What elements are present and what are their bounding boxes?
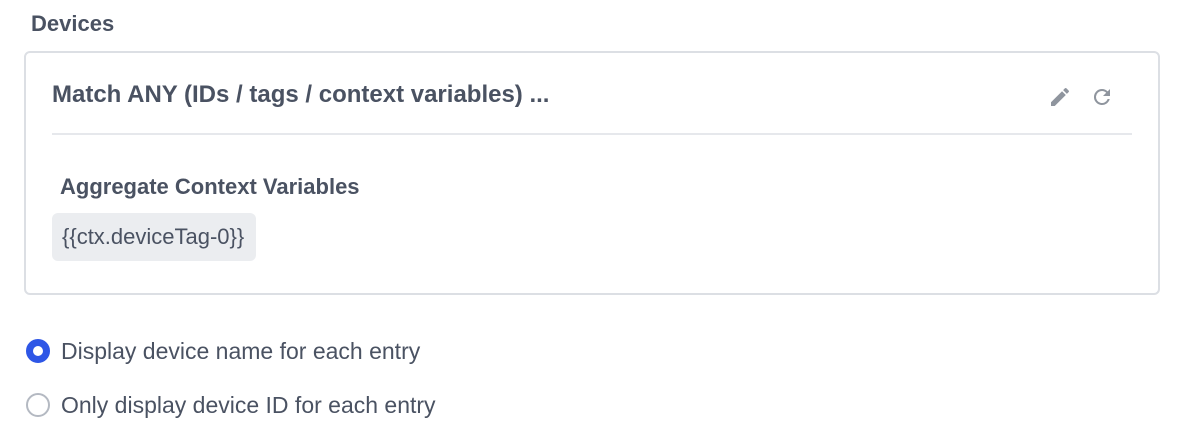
device-match-card: Match ANY (IDs / tags / context variable… <box>24 51 1160 295</box>
radio-button-selected[interactable] <box>26 339 50 363</box>
aggregate-context-title: Aggregate Context Variables <box>60 174 360 199</box>
radio-option-display-name[interactable]: Display device name for each entry <box>26 336 420 366</box>
radio-label-display-id: Only display device ID for each entry <box>61 392 436 418</box>
radio-button-unselected[interactable] <box>26 393 50 417</box>
card-header: Match ANY (IDs / tags / context variable… <box>52 53 1132 135</box>
context-variable-tag: {{ctx.deviceTag-0}} <box>52 213 257 261</box>
refresh-icon[interactable] <box>1088 83 1116 111</box>
card-title: Match ANY (IDs / tags / context variable… <box>52 81 550 108</box>
devices-section-label: Devices <box>31 11 115 36</box>
radio-label-display-name: Display device name for each entry <box>61 338 421 364</box>
pencil-icon[interactable] <box>1046 83 1074 111</box>
radio-option-display-id[interactable]: Only display device ID for each entry <box>26 390 436 420</box>
